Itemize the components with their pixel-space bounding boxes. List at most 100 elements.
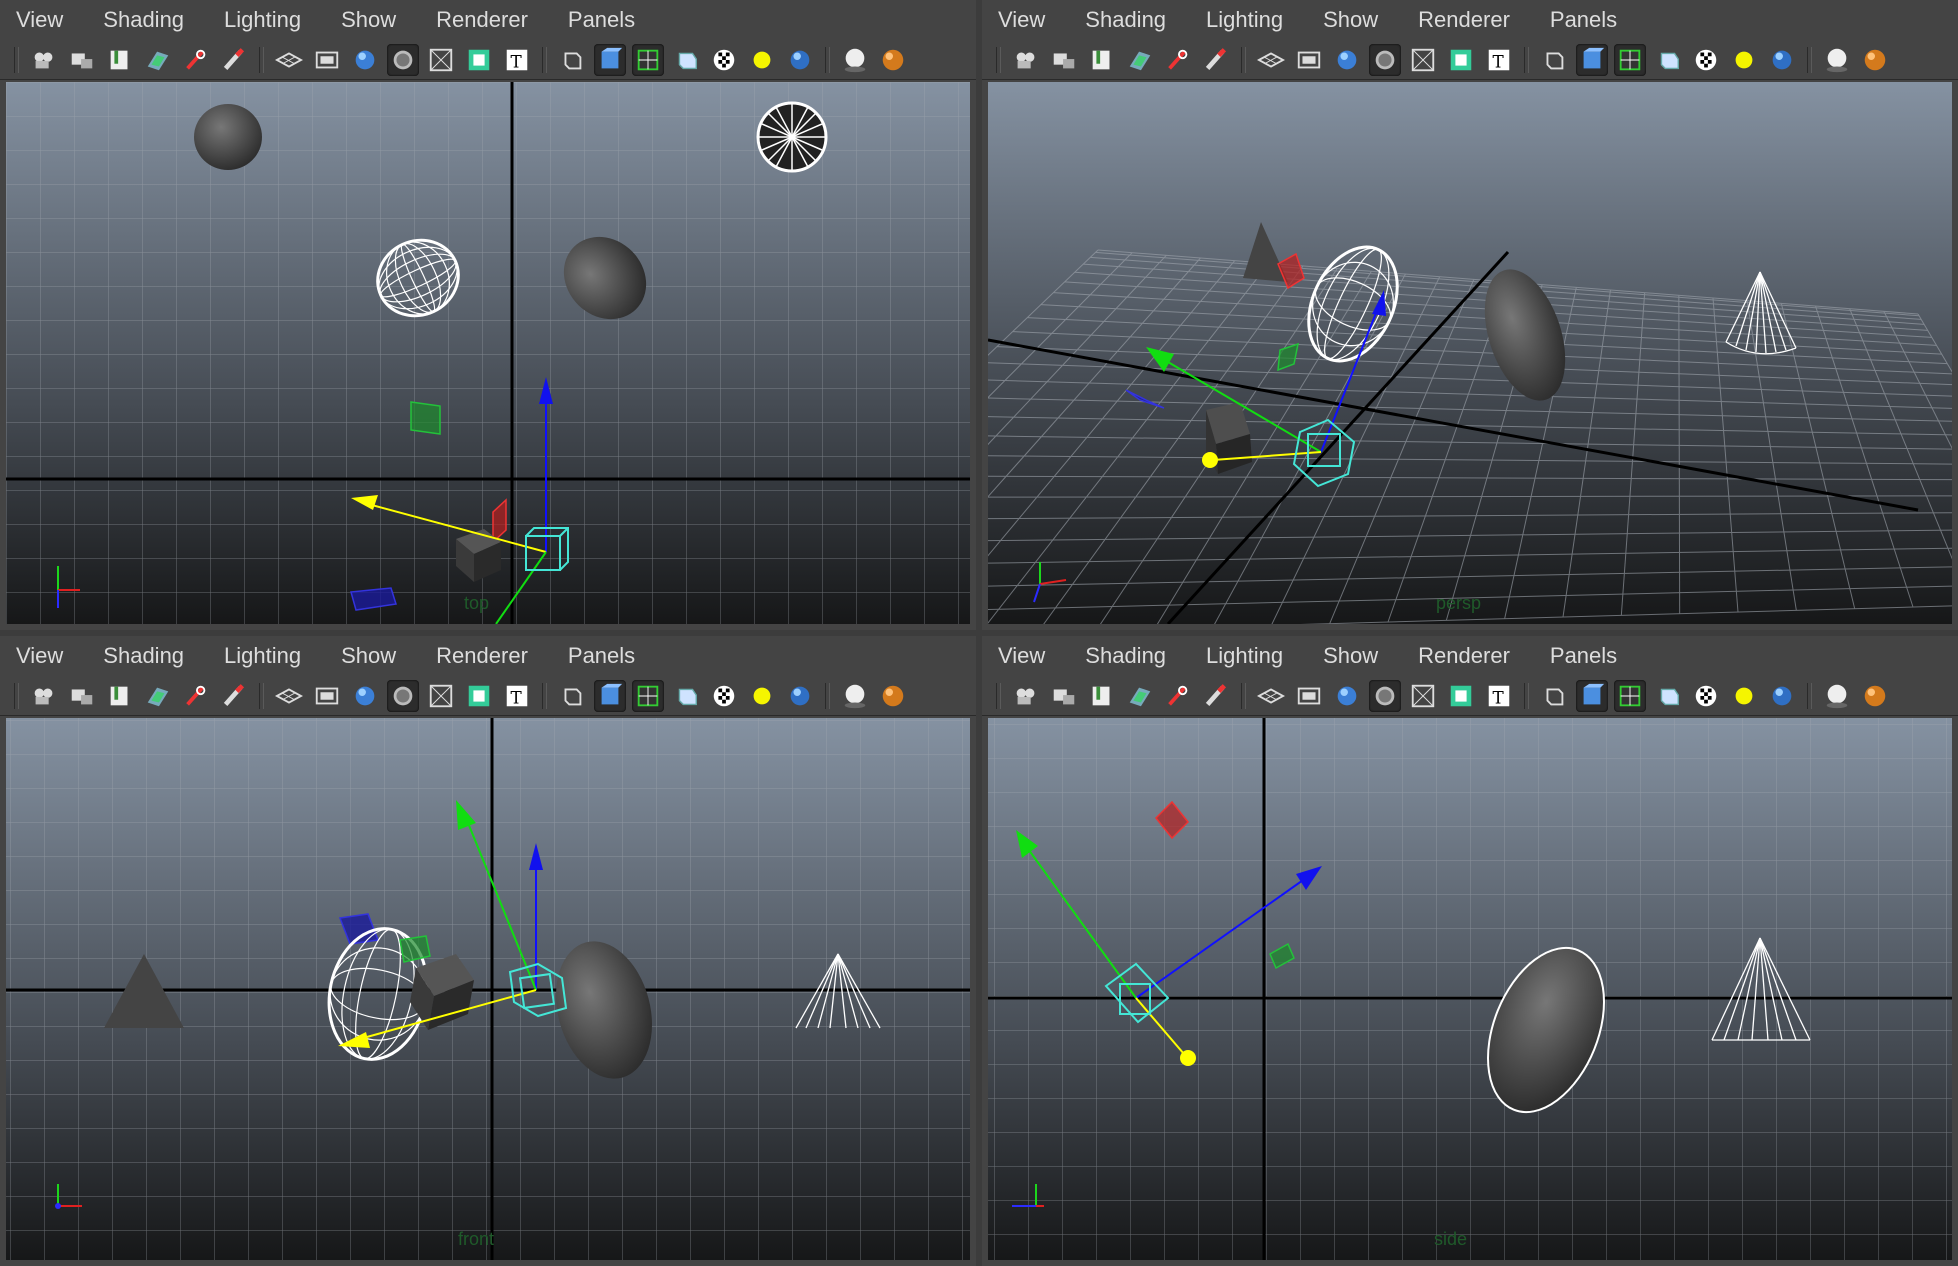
wireframe-icon[interactable] <box>1538 680 1570 712</box>
camera-select-icon[interactable] <box>1010 44 1042 76</box>
bookmarks-icon[interactable] <box>104 680 136 712</box>
default-material-icon[interactable] <box>1652 680 1684 712</box>
grease-pencil-icon[interactable] <box>1162 44 1194 76</box>
safe-title-icon[interactable]: T <box>501 44 533 76</box>
shading-menu[interactable]: Shading <box>1085 643 1166 669</box>
camera-attributes-icon[interactable] <box>66 680 98 712</box>
safe-title-icon[interactable]: T <box>501 680 533 712</box>
camera-select-icon[interactable] <box>28 680 60 712</box>
xray-icon[interactable] <box>877 44 909 76</box>
grid-toggle-icon[interactable] <box>273 44 305 76</box>
bookmarks-icon[interactable] <box>1086 44 1118 76</box>
smooth-shade-icon[interactable] <box>594 43 626 76</box>
shadows-icon[interactable] <box>1821 680 1853 712</box>
resolution-gate-icon[interactable] <box>1331 680 1363 712</box>
field-chart-icon[interactable] <box>1407 680 1439 712</box>
xray-icon[interactable] <box>877 680 909 712</box>
safe-title-icon[interactable]: T <box>1483 680 1515 712</box>
safe-title-icon[interactable]: T <box>1483 44 1515 76</box>
film-gate-icon[interactable] <box>311 44 343 76</box>
field-chart-icon[interactable] <box>425 680 457 712</box>
2d-pan-zoom-icon[interactable] <box>1200 680 1232 712</box>
shading-menu[interactable]: Shading <box>1085 7 1166 33</box>
all-lights-icon[interactable] <box>784 44 816 76</box>
textured-icon[interactable] <box>1690 680 1722 712</box>
view-menu[interactable]: View <box>998 643 1045 669</box>
camera-select-icon[interactable] <box>1010 680 1042 712</box>
wireframe-on-shaded-icon[interactable] <box>632 43 664 76</box>
grid-toggle-icon[interactable] <box>1255 680 1287 712</box>
sphere-object[interactable] <box>194 104 262 170</box>
show-menu[interactable]: Show <box>1323 643 1378 669</box>
safe-action-icon[interactable] <box>1445 44 1477 76</box>
side-viewport[interactable]: side <box>988 718 1952 1260</box>
wireframe-on-shaded-icon[interactable] <box>1614 43 1646 76</box>
grid-toggle-icon[interactable] <box>1255 44 1287 76</box>
2d-pan-zoom-icon[interactable] <box>218 44 250 76</box>
resolution-gate-icon[interactable] <box>349 680 381 712</box>
xray-icon[interactable] <box>1859 44 1891 76</box>
smooth-shade-icon[interactable] <box>594 679 626 712</box>
wireframe-icon[interactable] <box>556 680 588 712</box>
grease-pencil-icon[interactable] <box>180 44 212 76</box>
panels-menu[interactable]: Panels <box>1550 643 1617 669</box>
gate-mask-icon[interactable] <box>387 679 419 712</box>
default-lighting-icon[interactable] <box>1728 680 1760 712</box>
gate-mask-icon[interactable] <box>1369 43 1401 76</box>
grid-toggle-icon[interactable] <box>273 680 305 712</box>
resolution-gate-icon[interactable] <box>1331 44 1363 76</box>
view-menu[interactable]: View <box>16 643 63 669</box>
renderer-menu[interactable]: Renderer <box>436 7 528 33</box>
renderer-menu[interactable]: Renderer <box>1418 7 1510 33</box>
lighting-menu[interactable]: Lighting <box>224 7 301 33</box>
grease-pencil-icon[interactable] <box>1162 680 1194 712</box>
textured-icon[interactable] <box>1690 44 1722 76</box>
show-menu[interactable]: Show <box>1323 7 1378 33</box>
default-lighting-icon[interactable] <box>1728 44 1760 76</box>
default-material-icon[interactable] <box>1652 44 1684 76</box>
front-viewport[interactable]: front <box>6 718 970 1260</box>
field-chart-icon[interactable] <box>1407 44 1439 76</box>
wireframe-icon[interactable] <box>1538 44 1570 76</box>
bookmarks-icon[interactable] <box>104 44 136 76</box>
field-chart-icon[interactable] <box>425 44 457 76</box>
image-plane-icon[interactable] <box>142 44 174 76</box>
default-lighting-icon[interactable] <box>746 44 778 76</box>
persp-viewport[interactable]: persp <box>988 82 1952 624</box>
camera-attributes-icon[interactable] <box>1048 44 1080 76</box>
gate-mask-icon[interactable] <box>387 43 419 76</box>
shading-menu[interactable]: Shading <box>103 7 184 33</box>
image-plane-icon[interactable] <box>1124 680 1156 712</box>
default-material-icon[interactable] <box>670 680 702 712</box>
show-menu[interactable]: Show <box>341 643 396 669</box>
image-plane-icon[interactable] <box>142 680 174 712</box>
resolution-gate-icon[interactable] <box>349 44 381 76</box>
safe-action-icon[interactable] <box>463 680 495 712</box>
camera-attributes-icon[interactable] <box>1048 680 1080 712</box>
lighting-menu[interactable]: Lighting <box>1206 7 1283 33</box>
camera-select-icon[interactable] <box>28 44 60 76</box>
wireframe-on-shaded-icon[interactable] <box>1614 679 1646 712</box>
show-menu[interactable]: Show <box>341 7 396 33</box>
shadows-icon[interactable] <box>839 680 871 712</box>
view-menu[interactable]: View <box>998 7 1045 33</box>
textured-icon[interactable] <box>708 680 740 712</box>
textured-icon[interactable] <box>708 44 740 76</box>
panels-menu[interactable]: Panels <box>1550 7 1617 33</box>
top-viewport[interactable]: top <box>6 82 970 624</box>
lighting-menu[interactable]: Lighting <box>224 643 301 669</box>
lighting-menu[interactable]: Lighting <box>1206 643 1283 669</box>
xray-icon[interactable] <box>1859 680 1891 712</box>
all-lights-icon[interactable] <box>1766 44 1798 76</box>
wireframe-on-shaded-icon[interactable] <box>632 679 664 712</box>
wire-sphere-object[interactable] <box>756 101 828 173</box>
view-menu[interactable]: View <box>16 7 63 33</box>
gate-mask-icon[interactable] <box>1369 679 1401 712</box>
image-plane-icon[interactable] <box>1124 44 1156 76</box>
smooth-shade-icon[interactable] <box>1576 43 1608 76</box>
panels-menu[interactable]: Panels <box>568 643 635 669</box>
film-gate-icon[interactable] <box>311 680 343 712</box>
green-plane-object[interactable] <box>410 401 441 435</box>
renderer-menu[interactable]: Renderer <box>436 643 528 669</box>
safe-action-icon[interactable] <box>1445 680 1477 712</box>
